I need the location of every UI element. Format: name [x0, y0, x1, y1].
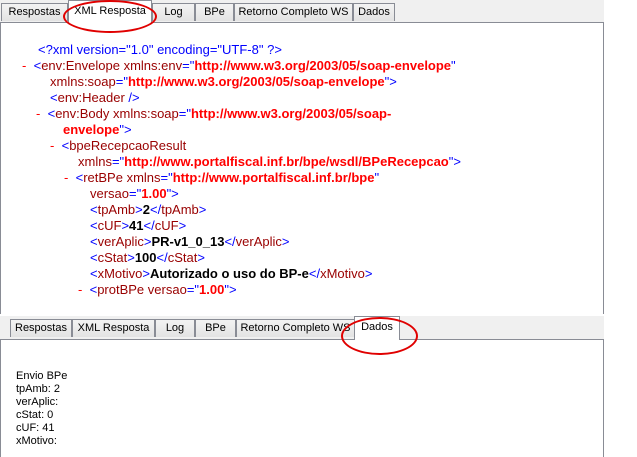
xml-retbpe-open: - <retBPe xmlns="http://www.portalfiscal…	[64, 170, 380, 185]
xml-envelope-xmlns-soap: xmlns:soap="http://www.w3.org/2003/05/so…	[50, 74, 397, 89]
bottom-tab-strip: Respostas XML Resposta Log BPe Retorno C…	[0, 316, 604, 340]
tab-log[interactable]: Log	[152, 3, 195, 21]
tab-retorno-completo-ws[interactable]: Retorno Completo WS	[236, 319, 355, 337]
xml-body-open: - <env:Body xmlns:soap="http://www.w3.or…	[36, 106, 392, 121]
top-tab-strip: Respostas XML Resposta Log BPe Retorno C…	[0, 0, 604, 23]
collapse-marker[interactable]: -	[50, 138, 54, 153]
tab-log[interactable]: Log	[155, 319, 195, 337]
dados-line: cStat: 0	[16, 409, 54, 421]
bottom-response-panel: Respostas XML Resposta Log BPe Retorno C…	[0, 316, 604, 457]
xml-cstat: <cStat>100</cStat>	[90, 250, 205, 265]
xml-envelope-open: - <env:Envelope xmlns:env="http://www.w3…	[22, 58, 456, 73]
tab-respostas[interactable]: Respostas	[1, 3, 68, 21]
tab-xml-resposta[interactable]: XML Resposta	[68, 0, 152, 23]
collapse-marker[interactable]: -	[22, 58, 26, 73]
tab-retorno-completo-ws[interactable]: Retorno Completo WS	[234, 3, 353, 21]
xml-retbpe-versao: versao="1.00">	[90, 186, 179, 201]
tab-dados[interactable]: Dados	[353, 3, 395, 21]
top-response-panel: Respostas XML Resposta Log BPe Retorno C…	[0, 0, 604, 314]
collapse-marker[interactable]: -	[78, 282, 82, 297]
tab-respostas[interactable]: Respostas	[10, 319, 72, 337]
xml-cuf: <cUF>41</cUF>	[90, 218, 187, 233]
dados-line: tpAmb: 2	[16, 383, 61, 395]
xml-body-open-cont: envelope">	[63, 122, 132, 137]
xml-header: <env:Header />	[50, 90, 140, 105]
dados-line: xMotivo:	[16, 435, 57, 447]
dados-line: verAplic:	[16, 396, 59, 408]
collapse-marker[interactable]: -	[64, 170, 68, 185]
xml-viewer[interactable]: <?xml version="1.0" encoding="UTF-8" ?> …	[0, 23, 604, 314]
tab-bpe[interactable]: BPe	[195, 3, 234, 21]
tab-xml-resposta[interactable]: XML Resposta	[72, 319, 155, 337]
collapse-marker[interactable]: -	[36, 106, 40, 121]
dados-line: Envio BPe	[16, 370, 68, 382]
xml-result-xmlns: xmlns="http://www.portalfiscal.inf.br/bp…	[78, 154, 461, 169]
xml-veraplic: <verAplic>PR-v1_0_13</verAplic>	[90, 234, 290, 249]
xml-tpamb: <tpAmb>2</tpAmb>	[90, 202, 207, 217]
xml-result-open: - <bpeRecepcaoResult	[50, 138, 187, 153]
xml-protbpe-open: - <protBPe versao="1.00">	[78, 282, 237, 297]
xml-xmotivo: <xMotivo>Autorizado o uso do BP-e</xMoti…	[90, 266, 373, 281]
dados-line: cUF: 41	[16, 422, 55, 434]
tab-dados[interactable]: Dados	[354, 316, 400, 340]
xml-declaration: <?xml version="1.0" encoding="UTF-8" ?>	[38, 42, 282, 57]
tab-bpe[interactable]: BPe	[195, 319, 236, 337]
dados-text-area[interactable]: Envio BPe tpAmb: 2 verAplic: cStat: 0 cU…	[0, 340, 604, 457]
